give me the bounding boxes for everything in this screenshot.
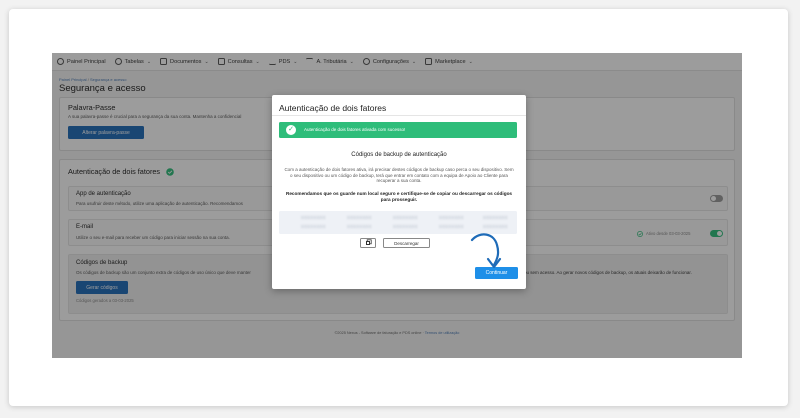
- backup-code: XXXXXXXX: [393, 215, 418, 220]
- backup-code: XXXXXXXX: [393, 224, 418, 229]
- backup-code: XXXXXXXX: [439, 224, 464, 229]
- download-codes-button[interactable]: Descarregar: [383, 238, 430, 248]
- backup-codes-subtitle: Códigos de backup de autenticação: [351, 152, 447, 158]
- continue-button[interactable]: Continuar: [475, 267, 518, 279]
- success-alert: ✓ Autenticação de dois fatores ativada c…: [279, 122, 517, 138]
- backup-code: XXXXXXXX: [483, 215, 508, 220]
- success-message: Autenticação de dois fatores ativada com…: [304, 127, 406, 132]
- modal-divider: [272, 115, 526, 116]
- backup-code: XXXXXXXX: [347, 215, 372, 220]
- backup-code: XXXXXXXX: [439, 215, 464, 220]
- copy-codes-button[interactable]: [360, 238, 376, 248]
- modal-title: Autenticação de dois fatores: [279, 103, 387, 113]
- backup-codes-list: XXXXXXXX XXXXXXXX XXXXXXXX XXXXXXXX XXXX…: [279, 211, 517, 234]
- twofa-modal: Autenticação de dois fatores ✓ Autentica…: [272, 95, 526, 289]
- backup-code: XXXXXXXX: [347, 224, 372, 229]
- backup-codes-recommendation: Recomendamos que os guarde num local seg…: [285, 191, 513, 202]
- check-icon: ✓: [286, 125, 296, 135]
- copy-icon: [366, 241, 370, 245]
- backup-code: XXXXXXXX: [301, 224, 326, 229]
- backup-code: XXXXXXXX: [483, 224, 508, 229]
- backup-codes-text: Com a autenticação de dois fatores ativa…: [284, 167, 514, 184]
- backup-code: XXXXXXXX: [301, 215, 326, 220]
